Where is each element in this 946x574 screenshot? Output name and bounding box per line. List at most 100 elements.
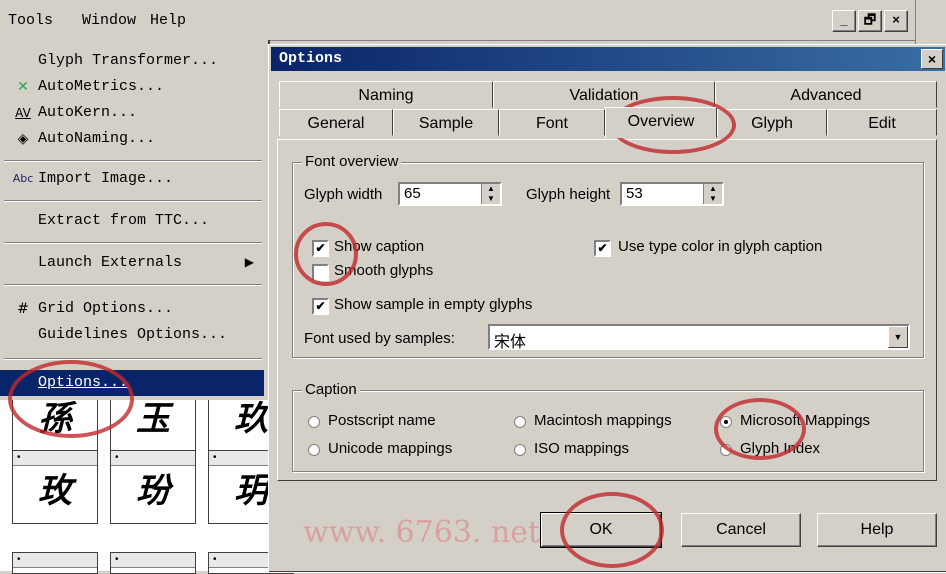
menu-separator: [4, 200, 262, 202]
ok-button[interactable]: OK: [540, 512, 662, 548]
tab-edit[interactable]: Edit: [827, 109, 937, 136]
restore-button[interactable]: 🗗: [858, 10, 882, 32]
radio-iso-mappings[interactable]: [514, 444, 526, 456]
menu-window[interactable]: Window: [82, 12, 136, 29]
dialog-titlebar[interactable]: Options ×: [271, 47, 945, 71]
caption-group-label: Caption: [302, 381, 360, 398]
use-type-color-checkbox[interactable]: ✔: [594, 240, 611, 257]
glyph-width-spinner[interactable]: 65 ▲ ▼: [398, 182, 502, 206]
menu-item-label: Options...: [38, 374, 129, 391]
glyph-caption: •: [111, 553, 195, 568]
tab-glyph[interactable]: Glyph: [717, 109, 827, 136]
glyph-char: 玫: [38, 471, 72, 511]
autokern-icon: AV: [15, 106, 31, 120]
glyph-width-label: Glyph width: [304, 186, 383, 203]
close-button[interactable]: ×: [884, 10, 908, 32]
tab-sample[interactable]: Sample: [393, 109, 499, 136]
macintosh-mappings-label: Macintosh mappings: [534, 412, 672, 429]
menu-item-label: Grid Options...: [38, 300, 174, 317]
tab-font[interactable]: Font: [499, 109, 605, 136]
options-dialog: Options × Naming Validation Advanced Gen…: [268, 44, 946, 573]
tag-icon: ◈: [17, 131, 29, 147]
smooth-glyphs-label: Smooth glyphs: [334, 262, 434, 279]
menu-item-label: Glyph Transformer...: [38, 52, 219, 69]
menu-tools[interactable]: Tools: [8, 12, 53, 29]
dialog-close-button[interactable]: ×: [921, 49, 943, 69]
menu-item-import-image[interactable]: Abc Import Image...: [0, 166, 264, 192]
radio-microsoft-mappings[interactable]: [720, 416, 732, 428]
menu-bar: Tools Window Help _ 🗗 ×: [0, 0, 946, 41]
radio-macintosh-mappings[interactable]: [514, 416, 526, 428]
menu-separator: [4, 242, 262, 244]
use-type-color-label: Use type color in glyph caption: [618, 238, 823, 255]
glyph-cell[interactable]: • 玫: [12, 450, 98, 524]
radio-glyph-index[interactable]: [720, 444, 732, 456]
font-used-label: Font used by samples:: [304, 330, 455, 347]
glyph-char: 玢: [136, 471, 170, 511]
window-controls: _ 🗗 ×: [832, 10, 908, 32]
menu-separator: [4, 160, 262, 162]
spinner-arrows-icon[interactable]: ▲ ▼: [481, 184, 500, 204]
tab-general[interactable]: General: [279, 109, 393, 136]
glyph-width-value: 65: [404, 185, 421, 202]
show-sample-label: Show sample in empty glyphs: [334, 296, 533, 313]
menu-item-extract-ttc[interactable]: Extract from TTC...: [0, 208, 264, 234]
tab-overview[interactable]: Overview: [605, 107, 717, 138]
menu-separator: [4, 358, 262, 360]
font-overview-group-label: Font overview: [302, 153, 402, 170]
tab-advanced[interactable]: Advanced: [715, 81, 937, 108]
glyph-height-label: Glyph height: [526, 186, 611, 203]
menu-item-label: AutoMetrics...: [38, 78, 165, 95]
chevron-down-icon[interactable]: ▼: [888, 326, 908, 348]
tab-validation[interactable]: Validation: [493, 81, 715, 108]
overview-tab-panel: Font overview Glyph width 65 ▲ ▼ Glyph he…: [277, 139, 937, 481]
show-sample-checkbox[interactable]: ✔: [312, 298, 329, 315]
menu-item-label: AutoKern...: [38, 104, 138, 121]
watermark: www. 6763. net: [303, 515, 541, 550]
iso-mappings-label: ISO mappings: [534, 440, 630, 457]
menu-item-label: Guidelines Options...: [38, 326, 228, 343]
glyph-grid: 孫 玉 玖 • 玫 • 玢 • 玥 • • •: [0, 388, 294, 574]
unicode-mappings-label: Unicode mappings: [328, 440, 453, 457]
autometrics-icon: ✕: [17, 79, 29, 95]
glyph-cell[interactable]: • 玢: [110, 450, 196, 524]
import-image-icon: Abc: [12, 172, 34, 185]
tools-menu: Glyph Transformer... ✕ AutoMetrics... AV A…: [0, 40, 270, 400]
submenu-arrow-icon: ▶: [244, 256, 254, 270]
glyph-caption: •: [111, 451, 195, 466]
help-button[interactable]: Help: [817, 513, 937, 547]
cancel-button[interactable]: Cancel: [681, 513, 801, 547]
radio-postscript-name[interactable]: [308, 416, 320, 428]
menu-item-glyph-transformer[interactable]: Glyph Transformer...: [0, 48, 264, 74]
minimize-button[interactable]: _: [832, 10, 856, 32]
font-used-value: 宋体: [494, 332, 527, 351]
glyph-caption: •: [13, 451, 97, 466]
glyph-height-value: 53: [626, 185, 643, 202]
glyph-height-spinner[interactable]: 53 ▲ ▼: [620, 182, 724, 206]
spinner-arrows-icon[interactable]: ▲ ▼: [703, 184, 722, 204]
menu-item-autokern[interactable]: AV AutoKern...: [0, 100, 264, 126]
radio-unicode-mappings[interactable]: [308, 444, 320, 456]
tab-naming[interactable]: Naming: [279, 81, 493, 108]
menu-separator: [4, 284, 262, 286]
show-caption-checkbox[interactable]: ✔: [312, 240, 329, 257]
menu-item-launch-externals[interactable]: Launch Externals ▶: [0, 250, 264, 276]
smooth-glyphs-checkbox[interactable]: [312, 264, 329, 281]
menu-item-autometrics[interactable]: ✕ AutoMetrics...: [0, 74, 264, 100]
menu-item-label: Extract from TTC...: [38, 212, 210, 229]
menu-item-autonaming[interactable]: ◈ AutoNaming...: [0, 126, 264, 152]
menu-item-options[interactable]: Options...: [0, 370, 264, 396]
menu-item-label: Launch Externals: [38, 254, 183, 271]
menu-item-grid-options[interactable]: # Grid Options...: [0, 296, 264, 322]
microsoft-mappings-label: Microsoft Mappings: [740, 412, 871, 429]
menu-item-label: Import Image...: [38, 170, 174, 187]
glyph-index-label: Glyph Index: [740, 440, 821, 457]
postscript-name-label: Postscript name: [328, 412, 436, 429]
glyph-caption: •: [13, 553, 97, 568]
menu-help[interactable]: Help: [150, 12, 186, 29]
font-used-combobox[interactable]: 宋体 ▼: [488, 324, 910, 351]
grid-icon: #: [17, 301, 29, 317]
caption-group: [292, 390, 924, 472]
dialog-title: Options: [279, 50, 343, 67]
menu-item-guidelines-options[interactable]: Guidelines Options...: [0, 322, 264, 348]
